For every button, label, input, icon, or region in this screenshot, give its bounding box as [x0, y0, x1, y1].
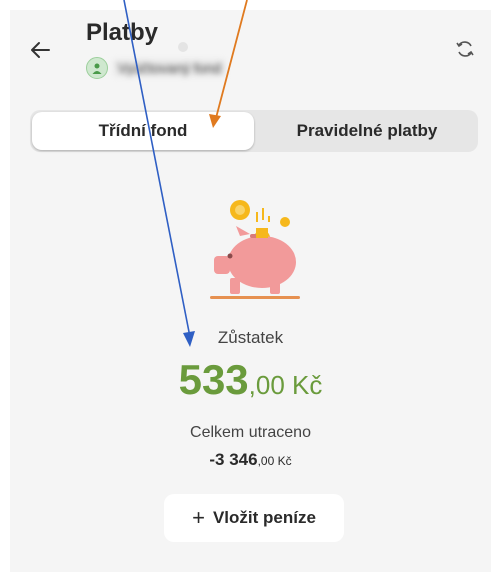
plus-icon: +	[192, 505, 205, 530]
tab-pravidelne-platby[interactable]: Pravidelné platby	[256, 110, 478, 152]
segmented-tabs: Třídní fond Pravidelné platby	[30, 110, 478, 152]
piggy-bank-icon	[210, 200, 300, 299]
avatar	[86, 57, 108, 79]
decoration-dot	[178, 42, 188, 52]
subtitle: Vyúčtovaný fond	[114, 60, 225, 76]
spent-integer: -3 346	[209, 450, 258, 469]
subtitle-row: Vyúčtovaný fond	[86, 56, 225, 80]
spent-amount: -3 346,00 Kč	[0, 450, 491, 470]
balance-label: Zůstatek	[217, 328, 284, 347]
spent-decimal: ,00 Kč	[257, 454, 292, 468]
back-arrow-icon[interactable]	[26, 36, 54, 64]
refresh-icon[interactable]	[454, 38, 476, 60]
tab-tridni-fond[interactable]: Třídní fond	[32, 112, 254, 150]
page-title: Platby	[86, 19, 159, 46]
balance-decimal: ,00 Kč	[248, 370, 323, 400]
deposit-button-label: Vložit peníze	[212, 508, 316, 527]
deposit-money-button[interactable]: + Vložit peníze	[164, 494, 344, 542]
balance-integer: 533	[178, 356, 249, 403]
spent-label: Celkem utraceno	[190, 424, 311, 441]
balance-amount: 533,00 Kč	[0, 356, 491, 404]
